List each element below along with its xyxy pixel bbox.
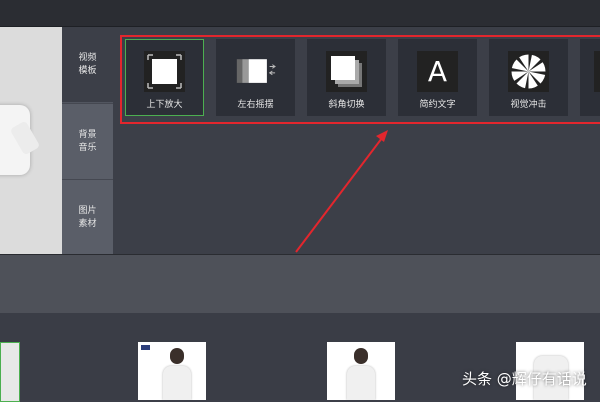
media-thumbnail[interactable] [0, 342, 20, 402]
watermark-text: 头条 @辉仔有话说 [462, 370, 587, 388]
model-head [170, 348, 184, 364]
media-thumbnail[interactable] [327, 342, 395, 400]
brand-logo-icon [141, 345, 150, 350]
model-shirt [163, 366, 191, 400]
model-head [354, 348, 368, 364]
model-shirt [347, 366, 375, 400]
media-thumbnail[interactable] [138, 342, 206, 400]
timeline-bar [0, 254, 600, 314]
